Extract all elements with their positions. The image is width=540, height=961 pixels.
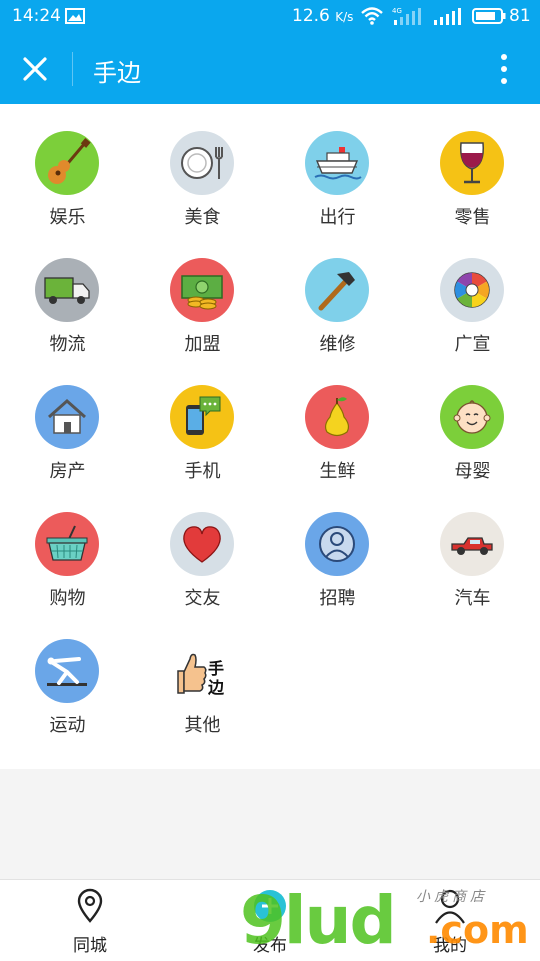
aperture-icon bbox=[440, 258, 504, 322]
category-label: 房产 bbox=[49, 461, 86, 482]
category-label: 广宣 bbox=[454, 334, 491, 355]
image-notification-icon bbox=[65, 8, 85, 24]
category-food[interactable]: 美食 bbox=[135, 104, 270, 231]
ship-icon bbox=[305, 131, 369, 195]
category-label: 购物 bbox=[49, 588, 86, 609]
category-grid: 娱乐 美食 出行 零售 物流 加盟 维修 广宣 房产 手机 生鲜 母婴 购物 交… bbox=[0, 104, 540, 769]
category-label: 交友 bbox=[184, 588, 221, 609]
category-label: 零售 bbox=[454, 207, 491, 228]
category-logistics[interactable]: 物流 bbox=[0, 231, 135, 358]
category-other[interactable]: 手 边 其他 bbox=[135, 612, 270, 739]
person-icon bbox=[305, 512, 369, 576]
gymnast-icon bbox=[35, 639, 99, 703]
network-type-label: 4G bbox=[392, 7, 402, 15]
category-label: 运动 bbox=[49, 715, 86, 736]
phone-chat-icon bbox=[170, 385, 234, 449]
category-real-estate[interactable]: 房产 bbox=[0, 358, 135, 485]
category-sports[interactable]: 运动 bbox=[0, 612, 135, 739]
plus-circle-icon bbox=[254, 890, 286, 922]
category-automobile[interactable]: 汽车 bbox=[405, 485, 540, 612]
nav-label: 我的 bbox=[433, 936, 467, 956]
status-time: 14:24 bbox=[12, 6, 61, 26]
network-speed: 12.6 K/s bbox=[292, 6, 354, 26]
house-icon bbox=[35, 385, 99, 449]
nav-tab-local[interactable]: 同城 bbox=[0, 880, 180, 961]
category-label: 物流 bbox=[49, 334, 86, 355]
category-label: 母婴 bbox=[454, 461, 491, 482]
category-label: 招聘 bbox=[319, 588, 356, 609]
nav-label: 同城 bbox=[73, 936, 107, 956]
wine-glass-icon bbox=[440, 131, 504, 195]
category-label: 生鲜 bbox=[319, 461, 356, 482]
status-bar: 14:24 12.6 K/s 4G 81 bbox=[0, 0, 540, 34]
signal-icon bbox=[434, 8, 461, 25]
plate-fork-icon bbox=[170, 131, 234, 195]
pear-icon bbox=[305, 385, 369, 449]
nav-tab-profile[interactable]: 我的 bbox=[360, 880, 540, 961]
battery-icon bbox=[472, 8, 506, 24]
nav-tab-publish[interactable]: 发布 bbox=[180, 880, 360, 961]
guitar-icon bbox=[35, 131, 99, 195]
category-shopping[interactable]: 购物 bbox=[0, 485, 135, 612]
category-label: 出行 bbox=[319, 207, 356, 228]
category-travel[interactable]: 出行 bbox=[270, 104, 405, 231]
car-icon bbox=[440, 512, 504, 576]
category-retail[interactable]: 零售 bbox=[405, 104, 540, 231]
user-icon bbox=[435, 889, 465, 924]
category-dating[interactable]: 交友 bbox=[135, 485, 270, 612]
category-advertising[interactable]: 广宣 bbox=[405, 231, 540, 358]
other-badge-char-1: 手 bbox=[208, 659, 224, 678]
thumbs-up-icon: 手 边 bbox=[170, 639, 234, 703]
battery-level: 81 bbox=[509, 6, 531, 26]
category-maternity[interactable]: 母婴 bbox=[405, 358, 540, 485]
baby-icon bbox=[440, 385, 504, 449]
signal-4g-icon: 4G bbox=[392, 7, 421, 25]
category-label: 手机 bbox=[184, 461, 221, 482]
category-entertainment[interactable]: 娱乐 bbox=[0, 104, 135, 231]
category-label: 加盟 bbox=[184, 334, 221, 355]
truck-icon bbox=[35, 258, 99, 322]
more-vert-icon[interactable] bbox=[492, 50, 516, 88]
category-label: 维修 bbox=[319, 334, 356, 355]
category-repair[interactable]: 维修 bbox=[270, 231, 405, 358]
close-icon[interactable] bbox=[20, 54, 50, 84]
wifi-icon bbox=[361, 7, 383, 25]
category-recruitment[interactable]: 招聘 bbox=[270, 485, 405, 612]
app-bar: 手边 bbox=[0, 34, 540, 104]
category-label: 汽车 bbox=[454, 588, 491, 609]
category-label: 其他 bbox=[184, 715, 221, 736]
location-pin-icon bbox=[77, 888, 103, 923]
nav-label: 发布 bbox=[253, 936, 287, 956]
category-label: 娱乐 bbox=[49, 207, 86, 228]
category-fresh-food[interactable]: 生鲜 bbox=[270, 358, 405, 485]
other-badge-char-2: 边 bbox=[207, 678, 225, 697]
category-mobile[interactable]: 手机 bbox=[135, 358, 270, 485]
basket-icon bbox=[35, 512, 99, 576]
page-title: 手边 bbox=[93, 59, 141, 87]
category-label: 美食 bbox=[184, 207, 221, 228]
hammer-icon bbox=[305, 258, 369, 322]
money-icon bbox=[170, 258, 234, 322]
category-franchise[interactable]: 加盟 bbox=[135, 231, 270, 358]
bottom-navigation: 同城 发布 我的 bbox=[0, 879, 540, 961]
app-bar-divider bbox=[72, 52, 73, 86]
heart-icon bbox=[170, 512, 234, 576]
